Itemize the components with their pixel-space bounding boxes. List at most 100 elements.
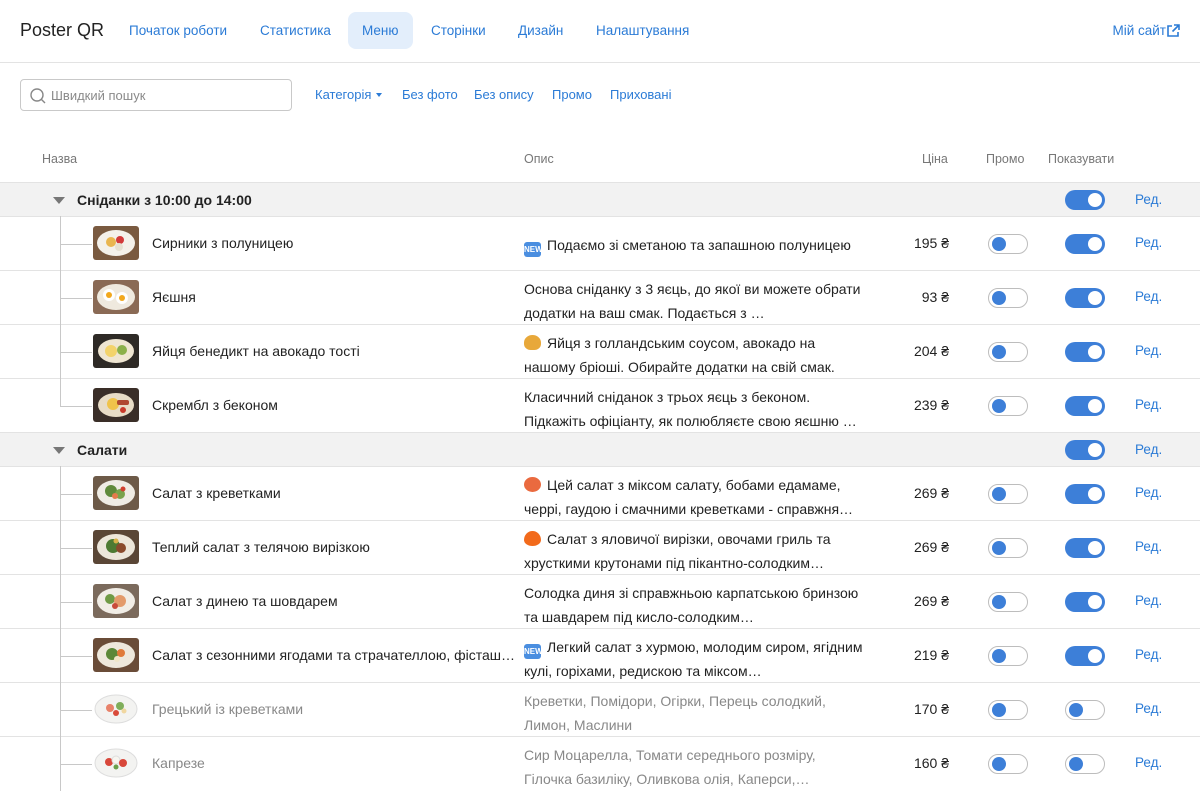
item-description: Креветки, Помідори, Огірки, Перець солод… <box>524 693 826 733</box>
category-row: Салати Ред. <box>0 432 1200 466</box>
table-row: Скрембл з беконом Класичний сніданок з т… <box>0 378 1200 432</box>
item-name[interactable]: Сирники з полуницею <box>152 235 520 251</box>
show-toggle[interactable] <box>1065 234 1105 254</box>
edit-link[interactable]: Ред. <box>1135 485 1162 500</box>
item-price: 269 ₴ <box>913 539 949 555</box>
item-price: 195 ₴ <box>913 235 949 251</box>
edit-link[interactable]: Ред. <box>1135 539 1162 554</box>
show-toggle[interactable] <box>1065 646 1105 666</box>
tree-line <box>60 710 92 711</box>
tree-line <box>60 548 92 549</box>
item-description: Яйця з голландським соусом, авокадо на н… <box>524 332 864 379</box>
nav-settings[interactable]: Налаштування <box>582 12 703 49</box>
item-description-text: Легкий салат з хурмою, молодим сиром, яг… <box>524 639 863 679</box>
item-name[interactable]: Скрембл з беконом <box>152 397 520 413</box>
category-show-toggle[interactable] <box>1065 440 1105 460</box>
dish-thumbnail <box>93 530 139 564</box>
edit-link[interactable]: Ред. <box>1135 192 1162 207</box>
nav-statistics[interactable]: Статистика <box>246 12 345 49</box>
item-name[interactable]: Салат з сезонними ягодами та страчателло… <box>152 647 520 663</box>
filter-hidden[interactable]: Приховані <box>610 87 671 102</box>
category-name: Сніданки з 10:00 до 14:00 <box>77 192 252 208</box>
edit-link[interactable]: Ред. <box>1135 701 1162 716</box>
item-description: Основа сніданку з 3 яєць, до якої ви мож… <box>524 281 861 321</box>
edit-link[interactable]: Ред. <box>1135 235 1162 250</box>
promo-toggle[interactable] <box>988 288 1028 308</box>
table-row: Теплий салат з телячою вирізкою Салат з … <box>0 520 1200 575</box>
collapse-arrow-icon[interactable] <box>53 197 65 204</box>
show-toggle[interactable] <box>1065 538 1105 558</box>
column-header-name: Назва <box>42 152 78 166</box>
show-toggle[interactable] <box>1065 396 1105 416</box>
table-row: Грецький із креветками Креветки, Помідор… <box>0 682 1200 737</box>
item-name[interactable]: Капрезе <box>152 755 520 771</box>
item-description-text: Салат з яловичої вирізки, овочами гриль … <box>524 531 831 571</box>
filter-no-description[interactable]: Без опису <box>474 87 534 102</box>
show-toggle[interactable] <box>1065 700 1105 720</box>
nav-design[interactable]: Дизайн <box>504 12 577 49</box>
tree-line <box>60 378 61 406</box>
my-site-link[interactable]: Мій сайт <box>1112 12 1166 49</box>
dish-thumbnail <box>93 476 139 510</box>
item-name[interactable]: Салат з креветками <box>152 485 520 501</box>
filter-no-photo[interactable]: Без фото <box>402 87 458 102</box>
show-toggle[interactable] <box>1065 342 1105 362</box>
quick-search[interactable] <box>20 79 292 111</box>
promo-toggle[interactable] <box>988 700 1028 720</box>
filter-promo[interactable]: Промо <box>552 87 592 102</box>
column-header-show: Показувати <box>1048 152 1115 166</box>
item-name[interactable]: Теплий салат з телячою вирізкою <box>152 539 520 555</box>
dish-thumbnail <box>93 638 139 672</box>
table-row: Яйця бенедикт на авокадо тості Яйця з го… <box>0 324 1200 379</box>
croissant-icon <box>524 335 541 350</box>
column-header-price: Ціна <box>922 152 948 166</box>
promo-toggle[interactable] <box>988 754 1028 774</box>
item-price: 269 ₴ <box>913 485 949 501</box>
nav-menu[interactable]: Меню <box>348 12 413 49</box>
collapse-arrow-icon[interactable] <box>53 447 65 454</box>
show-toggle[interactable] <box>1065 288 1105 308</box>
show-toggle[interactable] <box>1065 754 1105 774</box>
external-link-icon[interactable] <box>1166 24 1180 38</box>
promo-toggle[interactable] <box>988 592 1028 612</box>
category-filter-dropdown[interactable]: Категорія <box>315 87 383 102</box>
item-description-text: Подаємо зі сметаною та запашною полунице… <box>547 237 851 253</box>
item-name[interactable]: Салат з динею та шовдарем <box>152 593 520 609</box>
fire-icon <box>524 531 541 546</box>
table-row: Яєшня Основа сніданку з 3 яєць, до якої … <box>0 270 1200 325</box>
category-show-toggle[interactable] <box>1065 190 1105 210</box>
item-name[interactable]: Грецький із креветками <box>152 701 520 717</box>
promo-toggle[interactable] <box>988 484 1028 504</box>
menu-table: Сніданки з 10:00 до 14:00 Ред. Сирники з… <box>0 182 1200 791</box>
item-price: 219 ₴ <box>913 647 949 663</box>
new-icon: NEW <box>524 242 543 257</box>
show-toggle[interactable] <box>1065 484 1105 504</box>
edit-link[interactable]: Ред. <box>1135 593 1162 608</box>
item-name[interactable]: Яйця бенедикт на авокадо тості <box>152 343 520 359</box>
tree-line <box>60 764 92 765</box>
tree-line <box>60 406 92 407</box>
item-name[interactable]: Яєшня <box>152 289 520 305</box>
edit-link[interactable]: Ред. <box>1135 397 1162 412</box>
promo-toggle[interactable] <box>988 234 1028 254</box>
brand-logo[interactable]: Poster QR <box>20 20 104 41</box>
tree-line <box>60 656 92 657</box>
item-description-text: Цей салат з міксом салату, бобами едамам… <box>524 477 854 517</box>
tree-line <box>60 244 92 245</box>
edit-link[interactable]: Ред. <box>1135 343 1162 358</box>
top-navigation-bar: Poster QR Початок роботи Статистика Меню… <box>0 0 1200 63</box>
item-description: Салат з яловичої вирізки, овочами гриль … <box>524 528 864 575</box>
promo-toggle[interactable] <box>988 396 1028 416</box>
edit-link[interactable]: Ред. <box>1135 647 1162 662</box>
nav-getting-started[interactable]: Початок роботи <box>115 12 241 49</box>
nav-pages[interactable]: Сторінки <box>417 12 500 49</box>
item-price: 170 ₴ <box>913 701 949 717</box>
promo-toggle[interactable] <box>988 646 1028 666</box>
search-input[interactable] <box>51 80 287 110</box>
promo-toggle[interactable] <box>988 538 1028 558</box>
show-toggle[interactable] <box>1065 592 1105 612</box>
edit-link[interactable]: Ред. <box>1135 755 1162 770</box>
edit-link[interactable]: Ред. <box>1135 289 1162 304</box>
edit-link[interactable]: Ред. <box>1135 442 1162 457</box>
promo-toggle[interactable] <box>988 342 1028 362</box>
